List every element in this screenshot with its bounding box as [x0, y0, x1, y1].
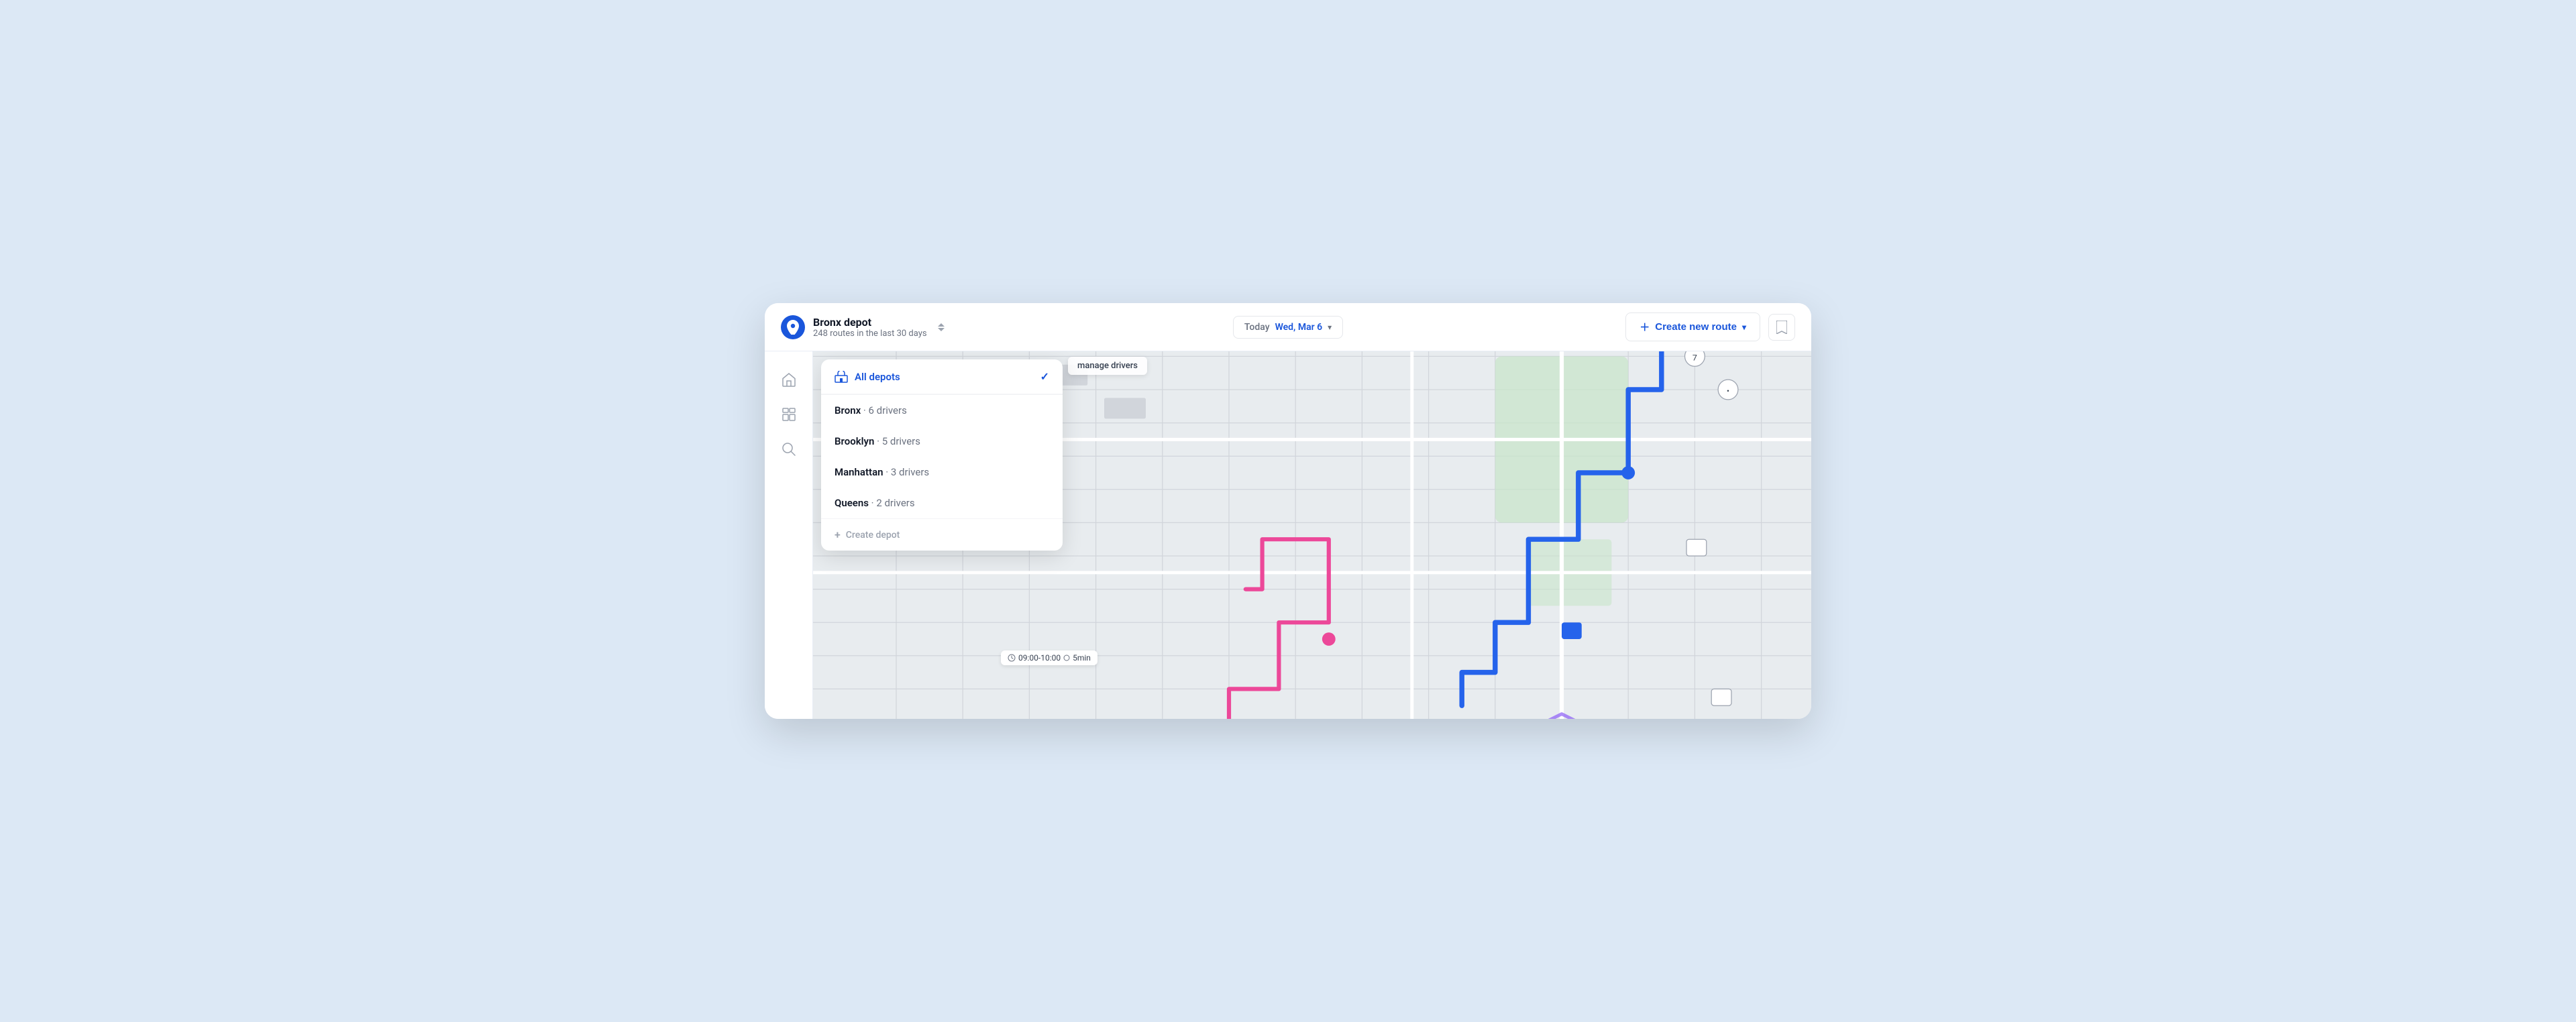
all-depots-item[interactable]: All depots ✓: [821, 359, 1063, 394]
bookmark-button[interactable]: [1768, 314, 1795, 341]
create-route-plus-icon: ＋: [1640, 320, 1650, 334]
header-center: Today Wed, Mar 6 ▾: [1122, 316, 1453, 339]
svg-text:•: •: [1727, 386, 1729, 396]
content-area: 7 •: [813, 351, 1811, 719]
header-right: ＋ Create new route ▾: [1464, 313, 1795, 341]
date-today-label: Today: [1244, 322, 1270, 333]
all-depots-label: All depots: [855, 371, 1034, 383]
create-depot-plus-icon: +: [835, 528, 841, 541]
sidebar-item-dashboard[interactable]: [774, 400, 804, 429]
chevron-up-icon: [938, 323, 945, 327]
depot-selector-chevron[interactable]: [935, 321, 947, 334]
manage-drivers-banner: manage drivers: [1068, 357, 1147, 375]
sidebar-item-home[interactable]: [774, 365, 804, 394]
create-route-label: Create new route: [1655, 321, 1737, 333]
depot-building-icon: [835, 371, 848, 383]
depot-brooklyn-drivers: · 5 drivers: [874, 435, 920, 447]
depot-brooklyn-name: Brooklyn: [835, 435, 874, 447]
selected-checkmark-icon: ✓: [1040, 370, 1049, 383]
create-route-chevron-icon: ▾: [1742, 323, 1746, 332]
depot-item-brooklyn[interactable]: Brooklyn · 5 drivers: [821, 426, 1063, 457]
create-depot-label: Create depot: [846, 530, 900, 541]
depot-item-manhattan[interactable]: Manhattan · 3 drivers: [821, 457, 1063, 488]
header-left: Bronx depot 248 routes in the last 30 da…: [781, 315, 1112, 339]
create-depot-item[interactable]: + Create depot: [821, 518, 1063, 551]
depot-bronx-name: Bronx: [835, 404, 861, 416]
time-duration: 5min: [1073, 653, 1091, 663]
date-chevron-icon: ▾: [1328, 323, 1332, 332]
depot-manhattan-name: Manhattan: [835, 466, 883, 478]
date-value: Wed, Mar 6: [1275, 322, 1323, 333]
location-pin-icon: [781, 315, 805, 339]
app-header: Bronx depot 248 routes in the last 30 da…: [765, 303, 1811, 351]
depot-name: Bronx depot: [813, 316, 927, 329]
sidebar: [765, 351, 813, 719]
time-range: 09:00-10:00: [1018, 653, 1061, 663]
all-depots-row: All depots ✓: [835, 370, 1049, 383]
depot-stats: 248 routes in the last 30 days: [813, 329, 927, 339]
depot-queens-drivers: · 2 drivers: [869, 497, 915, 509]
depot-item-queens[interactable]: Queens · 2 drivers: [821, 488, 1063, 518]
manage-drivers-text: manage drivers: [1077, 361, 1138, 371]
depot-dropdown-panel: All depots ✓ Bronx · 6 drivers Brooklyn …: [821, 359, 1063, 551]
create-route-button[interactable]: ＋ Create new route ▾: [1625, 313, 1760, 341]
sidebar-item-search[interactable]: [774, 435, 804, 464]
time-badge: 09:00-10:00 5min: [1001, 650, 1097, 665]
date-selector[interactable]: Today Wed, Mar 6 ▾: [1233, 316, 1343, 339]
main-content: 7 •: [765, 351, 1811, 719]
depot-queens-name: Queens: [835, 497, 869, 509]
depot-bronx-drivers: · 6 drivers: [861, 404, 907, 416]
chevron-down-icon: [938, 328, 945, 331]
svg-text:7: 7: [1693, 353, 1697, 363]
depot-item-bronx[interactable]: Bronx · 6 drivers: [821, 395, 1063, 426]
depot-manhattan-drivers: · 3 drivers: [883, 466, 930, 478]
depot-info: Bronx depot 248 routes in the last 30 da…: [813, 316, 927, 339]
